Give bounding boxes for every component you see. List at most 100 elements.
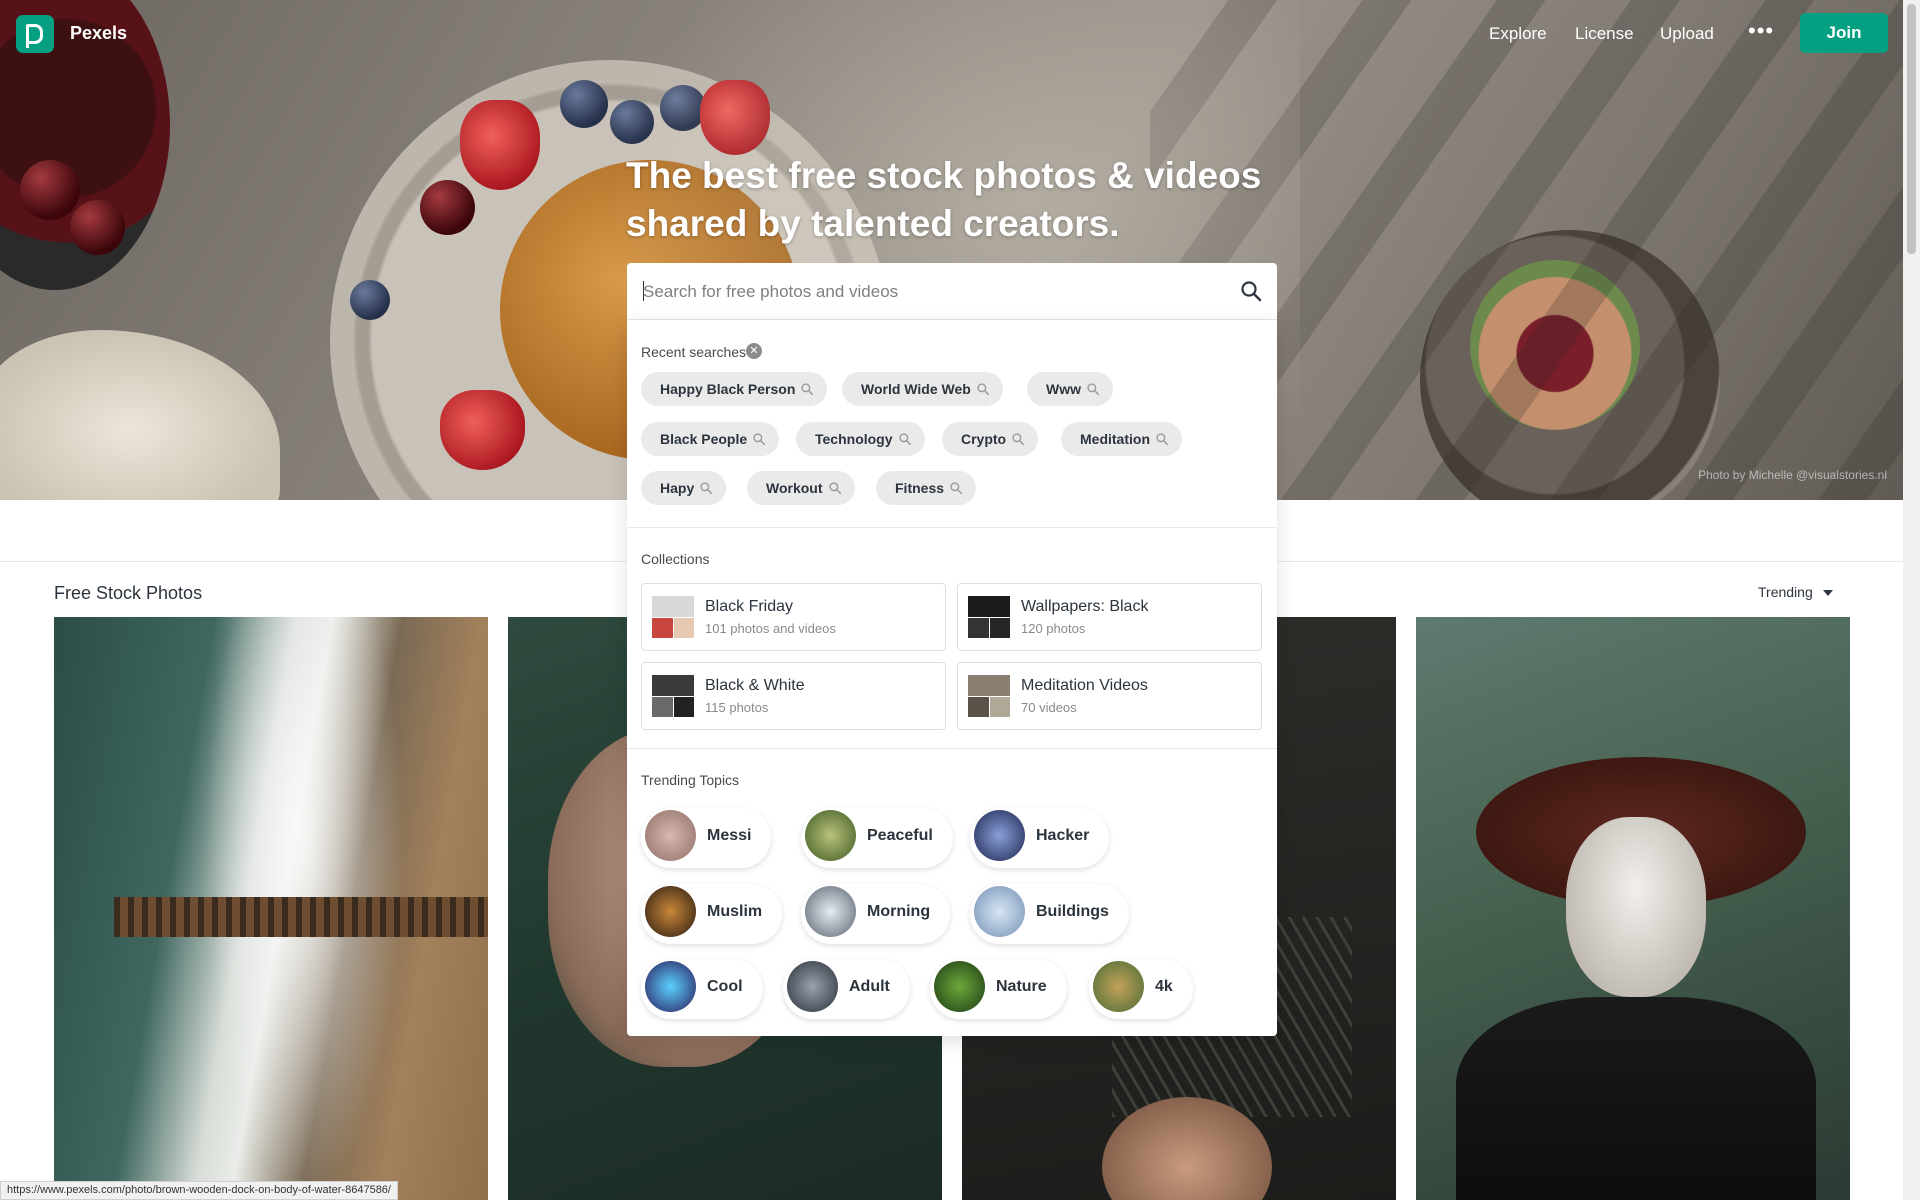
topic-label: Muslim xyxy=(707,903,763,920)
photo-dock xyxy=(114,897,488,937)
nav-upload[interactable]: Upload xyxy=(1660,24,1714,44)
recent-search-label: Happy Black Person xyxy=(660,381,796,397)
recent-search-chip[interactable]: Hapy xyxy=(641,471,727,505)
topic-avatar xyxy=(974,886,1025,937)
topic-avatar xyxy=(645,810,696,861)
collection-card[interactable]: Black & White 115 photos xyxy=(641,662,946,730)
topic-label: Morning xyxy=(867,903,931,920)
hero-strawberry xyxy=(440,390,525,470)
more-menu-icon[interactable]: ••• xyxy=(1748,18,1774,44)
collection-count: 120 photos xyxy=(1021,621,1086,636)
trending-topic-pill[interactable]: Adult xyxy=(783,959,910,1019)
trending-topic-pill[interactable]: Cool xyxy=(641,959,763,1019)
collection-count: 115 photos xyxy=(705,700,769,715)
photo-jacket xyxy=(1456,997,1816,1200)
scrollbar-thumb[interactable] xyxy=(1907,4,1916,254)
photo-card[interactable] xyxy=(54,617,488,1200)
recent-search-label: Technology xyxy=(815,431,893,447)
recent-search-chip[interactable]: Technology xyxy=(796,422,925,456)
collection-name: Wallpapers: Black xyxy=(1021,598,1149,615)
hero-cherry xyxy=(420,180,475,235)
clear-recent-icon[interactable]: ✕ xyxy=(746,343,762,359)
sort-dropdown[interactable]: Trending xyxy=(1758,584,1833,600)
pexels-logo-icon[interactable] xyxy=(16,15,54,53)
recent-search-label: Hapy xyxy=(660,480,695,496)
topic-label: Buildings xyxy=(1036,903,1109,920)
trending-topics-label: Trending Topics xyxy=(641,772,740,788)
top-nav: Pexels Explore License Upload ••• Join xyxy=(0,0,1903,66)
collection-thumbnail xyxy=(652,675,694,717)
search-icon xyxy=(1156,433,1169,446)
search-icon xyxy=(1012,433,1025,446)
search-icon xyxy=(898,433,911,446)
recent-search-chip[interactable]: Www xyxy=(1027,372,1113,406)
photo-credit[interactable]: Photo by Michelle @visualstories.nl xyxy=(1698,468,1887,482)
recent-search-chip[interactable]: Black People xyxy=(641,422,780,456)
search-icon xyxy=(977,383,989,396)
trending-topic-pill[interactable]: Buildings xyxy=(970,884,1129,944)
hero-title: The best free stock photos & videos shar… xyxy=(626,155,1262,244)
recent-search-chip[interactable]: World Wide Web xyxy=(842,372,1003,406)
photo-card[interactable] xyxy=(1416,617,1850,1200)
topic-label: Messi xyxy=(707,827,752,844)
hero-cherry xyxy=(70,200,125,255)
topic-avatar xyxy=(645,886,696,937)
collection-name: Black Friday xyxy=(705,598,794,615)
recent-search-label: Www xyxy=(1046,381,1081,397)
search-bar[interactable] xyxy=(627,263,1277,320)
trending-topic-pill[interactable]: Peaceful xyxy=(801,808,953,868)
recent-search-chip[interactable]: Happy Black Person xyxy=(641,372,828,406)
search-icon xyxy=(950,482,963,495)
trending-topic-pill[interactable]: Hacker xyxy=(970,808,1110,868)
trending-topic-pill[interactable]: Muslim xyxy=(641,884,783,944)
topic-avatar xyxy=(974,810,1025,861)
collection-count: 70 videos xyxy=(1021,700,1077,715)
recent-search-label: Crypto xyxy=(961,431,1007,447)
search-icon xyxy=(753,433,766,446)
status-bar-url: https://www.pexels.com/photo/brown-woode… xyxy=(0,1181,398,1200)
recent-search-label: Fitness xyxy=(895,480,945,496)
trending-topic-pill[interactable]: Morning xyxy=(801,884,951,944)
hero-strawberry xyxy=(460,100,540,190)
collection-card[interactable]: Black Friday 101 photos and videos xyxy=(641,583,946,651)
search-icon xyxy=(828,482,841,495)
recent-search-chip[interactable]: Fitness xyxy=(876,471,977,505)
gallery-title: Free Stock Photos xyxy=(54,583,203,603)
topic-avatar xyxy=(934,961,985,1012)
nav-explore[interactable]: Explore xyxy=(1489,24,1547,44)
hero-blueberry xyxy=(350,280,390,320)
topic-label: 4k xyxy=(1155,978,1173,995)
collection-count: 101 photos and videos xyxy=(705,621,836,636)
search-input[interactable] xyxy=(643,277,1223,307)
collection-thumbnail xyxy=(968,675,1010,717)
collection-thumbnail xyxy=(652,596,694,638)
recent-search-label: Workout xyxy=(766,480,823,496)
recent-search-chip[interactable]: Meditation xyxy=(1061,422,1182,456)
divider xyxy=(627,748,1277,749)
collections-label: Collections xyxy=(641,551,710,567)
trending-topic-pill[interactable]: Nature xyxy=(930,959,1067,1019)
nav-license[interactable]: License xyxy=(1575,24,1634,44)
recent-search-chip[interactable]: Crypto xyxy=(942,422,1039,456)
photo-face-paint xyxy=(1566,817,1706,997)
collection-card[interactable]: Wallpapers: Black 120 photos xyxy=(957,583,1262,651)
recent-search-chip[interactable]: Workout xyxy=(747,471,855,505)
collection-card[interactable]: Meditation Videos 70 videos xyxy=(957,662,1262,730)
topic-label: Adult xyxy=(849,978,890,995)
trending-topic-pill[interactable]: 4k xyxy=(1089,959,1193,1019)
search-icon[interactable] xyxy=(1239,279,1263,303)
join-button[interactable]: Join xyxy=(1800,13,1888,53)
recent-search-label: Meditation xyxy=(1080,431,1150,447)
page-scrollbar[interactable] xyxy=(1903,0,1920,1200)
topic-avatar xyxy=(787,961,838,1012)
topic-avatar xyxy=(1093,961,1144,1012)
topic-label: Peaceful xyxy=(867,827,933,844)
brand-name[interactable]: Pexels xyxy=(70,23,127,44)
topic-label: Cool xyxy=(707,978,743,995)
hero-cherry xyxy=(20,160,80,220)
trending-topic-pill[interactable]: Messi xyxy=(641,808,772,868)
recent-search-label: Black People xyxy=(660,431,748,447)
chevron-down-icon xyxy=(1822,590,1833,597)
search-icon xyxy=(700,482,713,495)
search-icon xyxy=(801,383,814,396)
